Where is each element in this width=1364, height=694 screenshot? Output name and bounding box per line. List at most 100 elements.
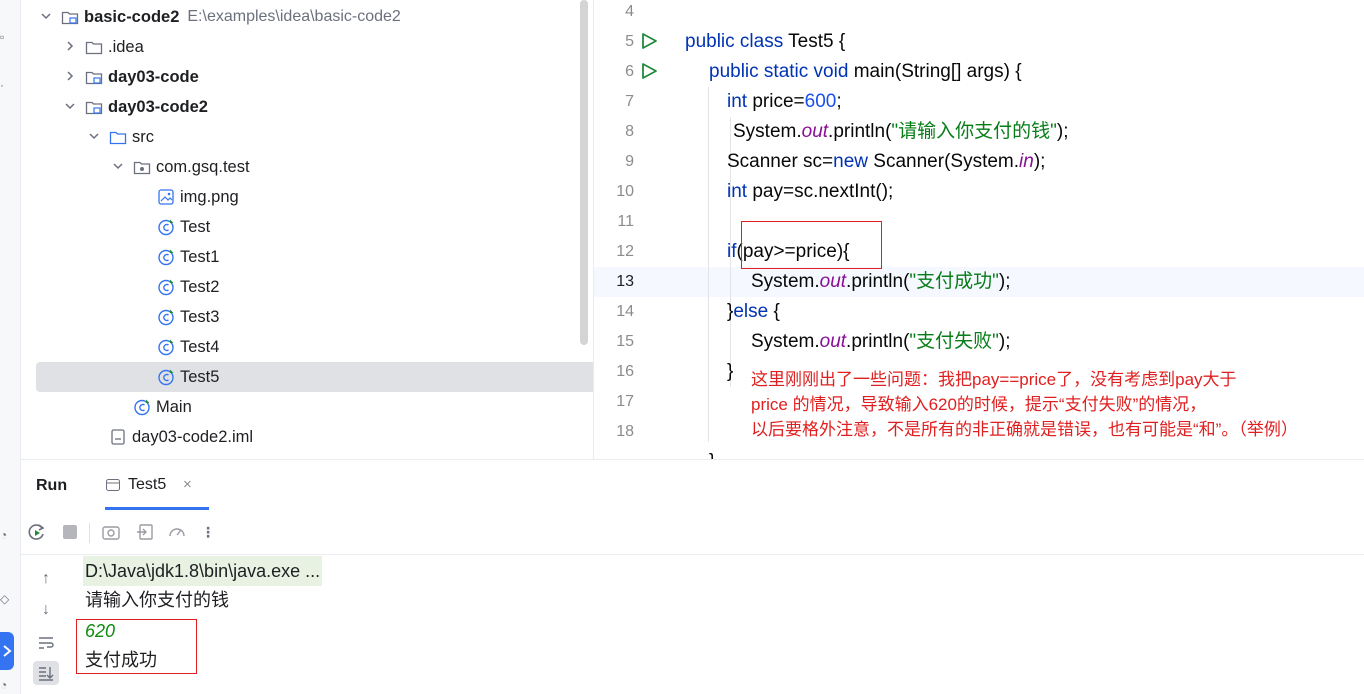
tree-item-test2[interactable]: Test2 (21, 272, 593, 302)
code-token: out (801, 121, 829, 142)
run-main-icon[interactable] (640, 62, 658, 80)
tree-item-label: day03-code2 (108, 97, 208, 116)
java-class-icon (157, 338, 175, 356)
java-class-icon (157, 368, 175, 386)
tree-item-test4[interactable]: Test4 (21, 332, 593, 362)
tree-item-label: day03-code2.iml (132, 427, 254, 446)
module-folder-icon (85, 68, 103, 86)
close-tab-icon[interactable]: × (183, 476, 192, 493)
chevron-right-icon[interactable] (63, 70, 77, 85)
restore-layout-icon[interactable] (135, 522, 155, 542)
tree-item-day03-code2[interactable]: day03-code2 (21, 92, 593, 122)
line-number: 13 (616, 273, 634, 290)
console-side-toolbar: ↑ ↓ (21, 555, 71, 694)
code-token: ); (998, 271, 1011, 292)
tree-item-basic-code2[interactable]: basic-code2 E:\examples\idea\basic-code2 (21, 2, 593, 32)
arrow-up-icon[interactable]: ↑ (33, 567, 59, 591)
code-token: pay=sc.nextInt(); (752, 181, 894, 202)
chevron-down-icon[interactable] (63, 100, 77, 115)
java-class-icon (157, 278, 175, 296)
java-class-icon (133, 398, 151, 416)
project-path-hint: E:\examples\idea\basic-code2 (187, 8, 401, 25)
chevron-down-icon[interactable] (87, 130, 101, 145)
tree-item-main[interactable]: Main (21, 392, 593, 422)
code-token: { (773, 301, 780, 322)
chevron-right-icon[interactable] (63, 40, 77, 55)
tree-item-test3[interactable]: Test3 (21, 302, 593, 332)
project-tree: basic-code2 E:\examples\idea\basic-code2.… (21, 0, 594, 459)
tree-item-test[interactable]: Test (21, 212, 593, 242)
code-line-16: } (727, 357, 733, 387)
line-number: 6 (625, 63, 634, 80)
code-token: int (727, 91, 753, 112)
tree-item-idea[interactable]: .idea (21, 32, 593, 62)
code-token: main(String[] args) { (853, 61, 1022, 82)
services-icon[interactable]: ◔ (0, 528, 12, 542)
code-token: in (1019, 151, 1034, 172)
console-command-line: D:\Java\jdk1.8\bin\java.exe ... (83, 556, 323, 586)
coverage-icon[interactable] (167, 522, 187, 542)
more-options-icon[interactable]: ⋮ (198, 522, 218, 542)
source-folder-icon (109, 128, 127, 146)
scroll-to-end-icon[interactable] (33, 661, 59, 685)
tree-item-label: day03-code (108, 67, 199, 86)
run-panel-header: Run Test5 × (21, 460, 1364, 510)
tree-scrollbar[interactable] (580, 0, 588, 345)
tree-item-label: Main (156, 397, 192, 416)
code-editor[interactable]: 4 5 6 7 8 9 10 11 12 13 14 15 16 17 18 public class Te… (594, 0, 1364, 459)
code-token: price= (752, 91, 805, 112)
tree-item-label: img.png (180, 187, 239, 206)
highlight-box-condition (741, 221, 882, 269)
line-number: 18 (616, 423, 634, 440)
tree-item-label: Test3 (180, 307, 220, 326)
code-token: .println( (846, 331, 910, 352)
folder-icon (85, 38, 103, 56)
tree-item-img-png[interactable]: img.png (21, 182, 593, 212)
tree-item-test5[interactable]: Test5 (36, 362, 593, 392)
line-number: 12 (616, 243, 634, 260)
tree-item-label: basic-code2 (84, 7, 180, 26)
tree-item-label: Test (180, 217, 211, 236)
tree-item-label: Test1 (180, 247, 220, 266)
tab-label: Test5 (128, 476, 167, 493)
run-class-icon[interactable] (640, 32, 658, 50)
line-number: 8 (625, 123, 634, 140)
run-tool-icon[interactable] (0, 632, 14, 670)
code-line-10: int pay=sc.nextInt(); (727, 177, 893, 207)
iml-file-icon (109, 428, 127, 446)
code-token: } (709, 451, 715, 459)
code-token: ); (1056, 121, 1069, 142)
structure-icon[interactable]: ▫ (0, 30, 12, 44)
tree-item-src[interactable]: src (21, 122, 593, 152)
rerun-icon[interactable] (27, 522, 47, 542)
chevron-down-icon[interactable] (111, 160, 125, 175)
more-tools-icon[interactable]: · (0, 78, 12, 92)
tab-test5[interactable]: Test5 × (103, 460, 209, 510)
tree-item-label: src (132, 127, 154, 146)
code-token: ); (998, 331, 1011, 352)
code-token: "支付失败" (909, 331, 999, 352)
soft-wrap-icon[interactable] (33, 631, 59, 655)
problems-icon[interactable]: ◇ (0, 592, 12, 606)
tree-item-day03-code[interactable]: day03-code (21, 62, 593, 92)
code-line-15: System.out.println("支付失败"); (751, 327, 1011, 357)
code-token: System. (733, 121, 802, 142)
code-line-7: int price=600; (727, 87, 842, 117)
tree-item-com-gsq-test[interactable]: com.gsq.test (21, 152, 593, 182)
tree-item-day03-code2-iml[interactable]: day03-code2.iml (21, 422, 593, 452)
tree-item-label: .idea (108, 37, 144, 56)
code-line-13: System.out.println("支付成功"); (751, 267, 1011, 297)
code-token: ; (836, 91, 842, 112)
annotation-note: 这里刚刚出了一些问题：我把pay==price了，没有考虑到pay大于 price… (751, 367, 1298, 442)
code-token: System. (751, 331, 820, 352)
screenshot-icon[interactable] (101, 522, 121, 542)
arrow-down-icon[interactable]: ↓ (33, 598, 59, 622)
terminal-icon[interactable]: ◔ (0, 678, 12, 692)
chevron-down-icon[interactable] (39, 10, 53, 25)
stop-icon[interactable] (60, 522, 80, 542)
code-token: else (733, 301, 774, 322)
indent-guide (708, 87, 709, 442)
java-class-icon (157, 248, 175, 266)
tree-item-test1[interactable]: Test1 (21, 242, 593, 272)
java-class-icon (157, 218, 175, 236)
